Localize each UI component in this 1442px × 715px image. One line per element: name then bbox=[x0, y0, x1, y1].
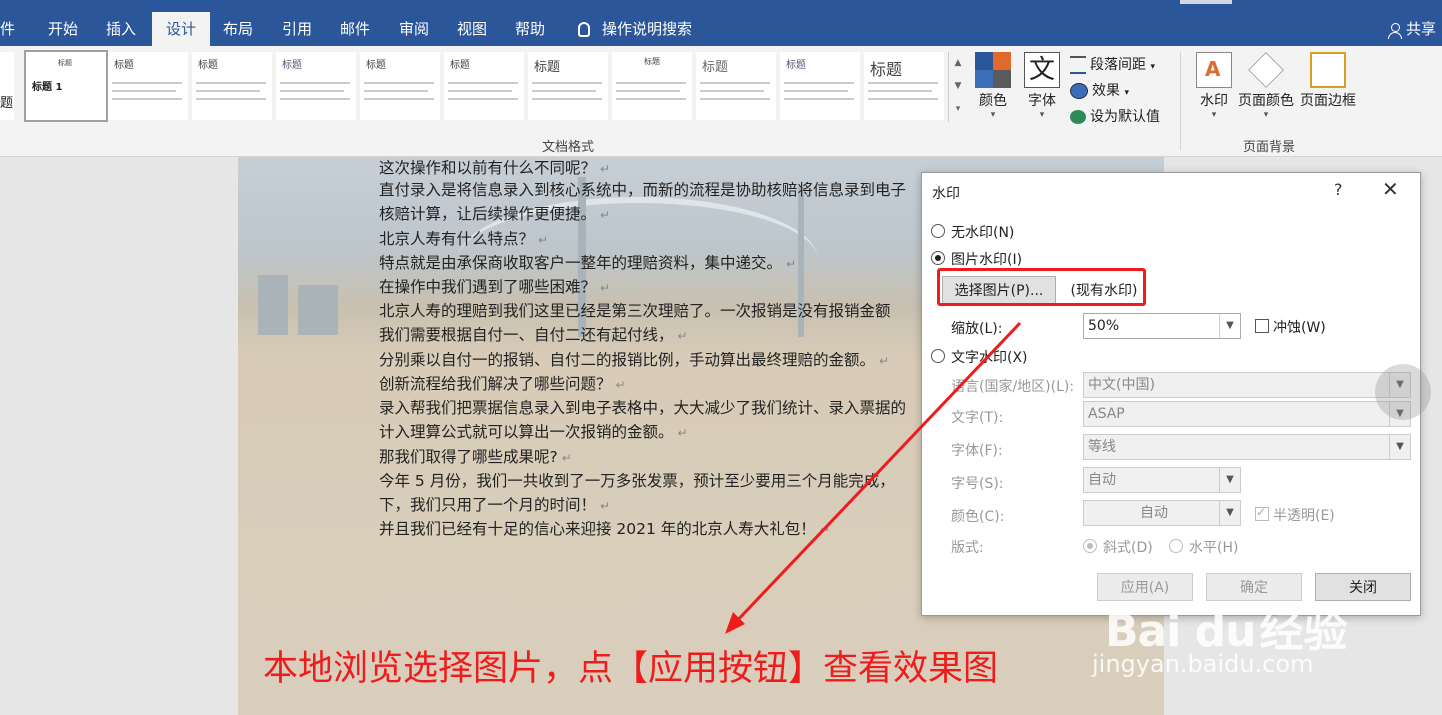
annotation-caption: 本地浏览选择图片，点【应用按钮】查看效果图 bbox=[263, 649, 999, 689]
baidu-url: jingyan.baidu.com bbox=[1092, 650, 1314, 678]
arrow-line bbox=[731, 321, 1022, 627]
baidu-watermark: Bai du经验 jingyan.baidu.com bbox=[1092, 595, 1347, 678]
